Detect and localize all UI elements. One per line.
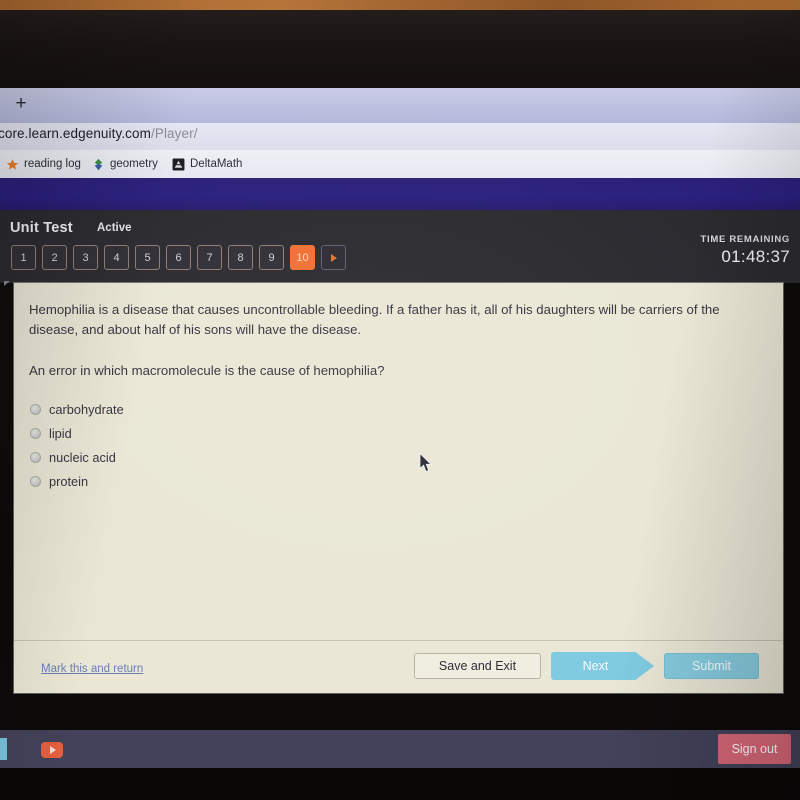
question-nav-10[interactable]: 10 <box>290 245 315 270</box>
question-nav-6[interactable]: 6 <box>166 245 191 270</box>
radio-button-icon[interactable] <box>30 452 41 463</box>
play-button-icon <box>50 746 56 754</box>
save-and-exit-button[interactable]: Save and Exit <box>414 653 541 679</box>
question-nav-next-button[interactable] <box>321 245 346 270</box>
laptop-bezel-bottom <box>0 768 800 800</box>
answer-option-label: carbohydrate <box>49 402 124 417</box>
question-nav-4[interactable]: 4 <box>104 245 129 270</box>
question-body: Hemophilia is a disease that causes unco… <box>29 300 769 494</box>
bookmark-geometry[interactable]: geometry <box>92 155 158 173</box>
radio-button-icon[interactable] <box>30 404 41 415</box>
star-icon <box>6 158 19 170</box>
question-nav-7[interactable]: 7 <box>197 245 222 270</box>
panel-corner-marker <box>4 281 10 286</box>
question-nav-5[interactable]: 5 <box>135 245 160 270</box>
next-button[interactable]: Next <box>551 652 654 680</box>
browser-tab-strip <box>0 88 800 123</box>
radio-button-icon[interactable] <box>30 428 41 439</box>
laptop-photo-frame: + core.learn.edgenuity.com/Player/ readi… <box>0 0 800 800</box>
bookmark-deltamath[interactable]: DeltaMath <box>172 155 242 173</box>
answer-option-label: protein <box>49 474 89 489</box>
bookmark-label: reading log <box>24 158 81 170</box>
question-nav-1[interactable]: 1 <box>11 245 36 270</box>
timer-value: 01:48:37 <box>721 247 790 266</box>
app-brand-band <box>0 178 800 210</box>
question-passage: Hemophilia is a disease that causes unco… <box>29 302 720 337</box>
question-nav-3[interactable]: 3 <box>73 245 98 270</box>
bookmark-label: DeltaMath <box>190 158 243 170</box>
media-play-button[interactable] <box>41 742 63 758</box>
status-badge: Active <box>97 222 132 234</box>
question-nav-8[interactable]: 8 <box>228 245 253 270</box>
timer: TIME REMAINING 01:48:37 <box>701 234 791 267</box>
question-prompt: An error in which macromolecule is the c… <box>29 363 385 378</box>
diamond-icon <box>94 158 103 170</box>
answer-options: carbohydrate lipid nucleic acid protein <box>29 398 769 493</box>
answer-option-lipid[interactable]: lipid <box>29 422 769 445</box>
url-host: core.learn.edgenuity.com <box>0 126 151 141</box>
page-title: Unit Test <box>10 220 73 236</box>
timer-label: TIME REMAINING <box>700 234 790 245</box>
footer-divider <box>14 640 783 641</box>
url-text: core.learn.edgenuity.com/Player/ <box>0 126 198 141</box>
sign-out-button[interactable]: Sign out <box>718 734 791 764</box>
bookmark-reading-log[interactable]: reading log <box>6 155 81 173</box>
answer-option-protein[interactable]: protein <box>29 470 769 493</box>
mouse-cursor <box>419 453 432 473</box>
laptop-bezel-top <box>0 10 800 88</box>
radio-button-icon[interactable] <box>30 476 41 487</box>
play-arrow-icon <box>330 253 337 262</box>
mark-this-and-return-link[interactable]: Mark this and return <box>41 663 143 675</box>
answer-option-label: lipid <box>49 426 72 441</box>
new-tab-button[interactable]: + <box>10 92 32 116</box>
question-nav-9[interactable]: 9 <box>259 245 284 270</box>
bottom-bar-accent <box>0 738 7 760</box>
answer-option-carbohydrate[interactable]: carbohydrate <box>29 398 769 421</box>
answer-option-label: nucleic acid <box>49 450 116 465</box>
bookmark-label: geometry <box>110 158 158 170</box>
question-navigation: 1 2 3 4 5 6 7 8 9 10 <box>11 245 346 270</box>
app-bottom-bar <box>0 730 800 768</box>
question-nav-2[interactable]: 2 <box>42 245 67 270</box>
submit-button[interactable]: Submit <box>664 653 759 679</box>
answer-option-nucleic-acid[interactable]: nucleic acid <box>29 446 769 469</box>
url-path: /Player/ <box>150 126 198 141</box>
deltamath-favicon <box>172 158 185 170</box>
question-card: Hemophilia is a disease that causes unco… <box>14 283 783 693</box>
footer-actions: Save and Exit Next Submit <box>414 652 759 680</box>
